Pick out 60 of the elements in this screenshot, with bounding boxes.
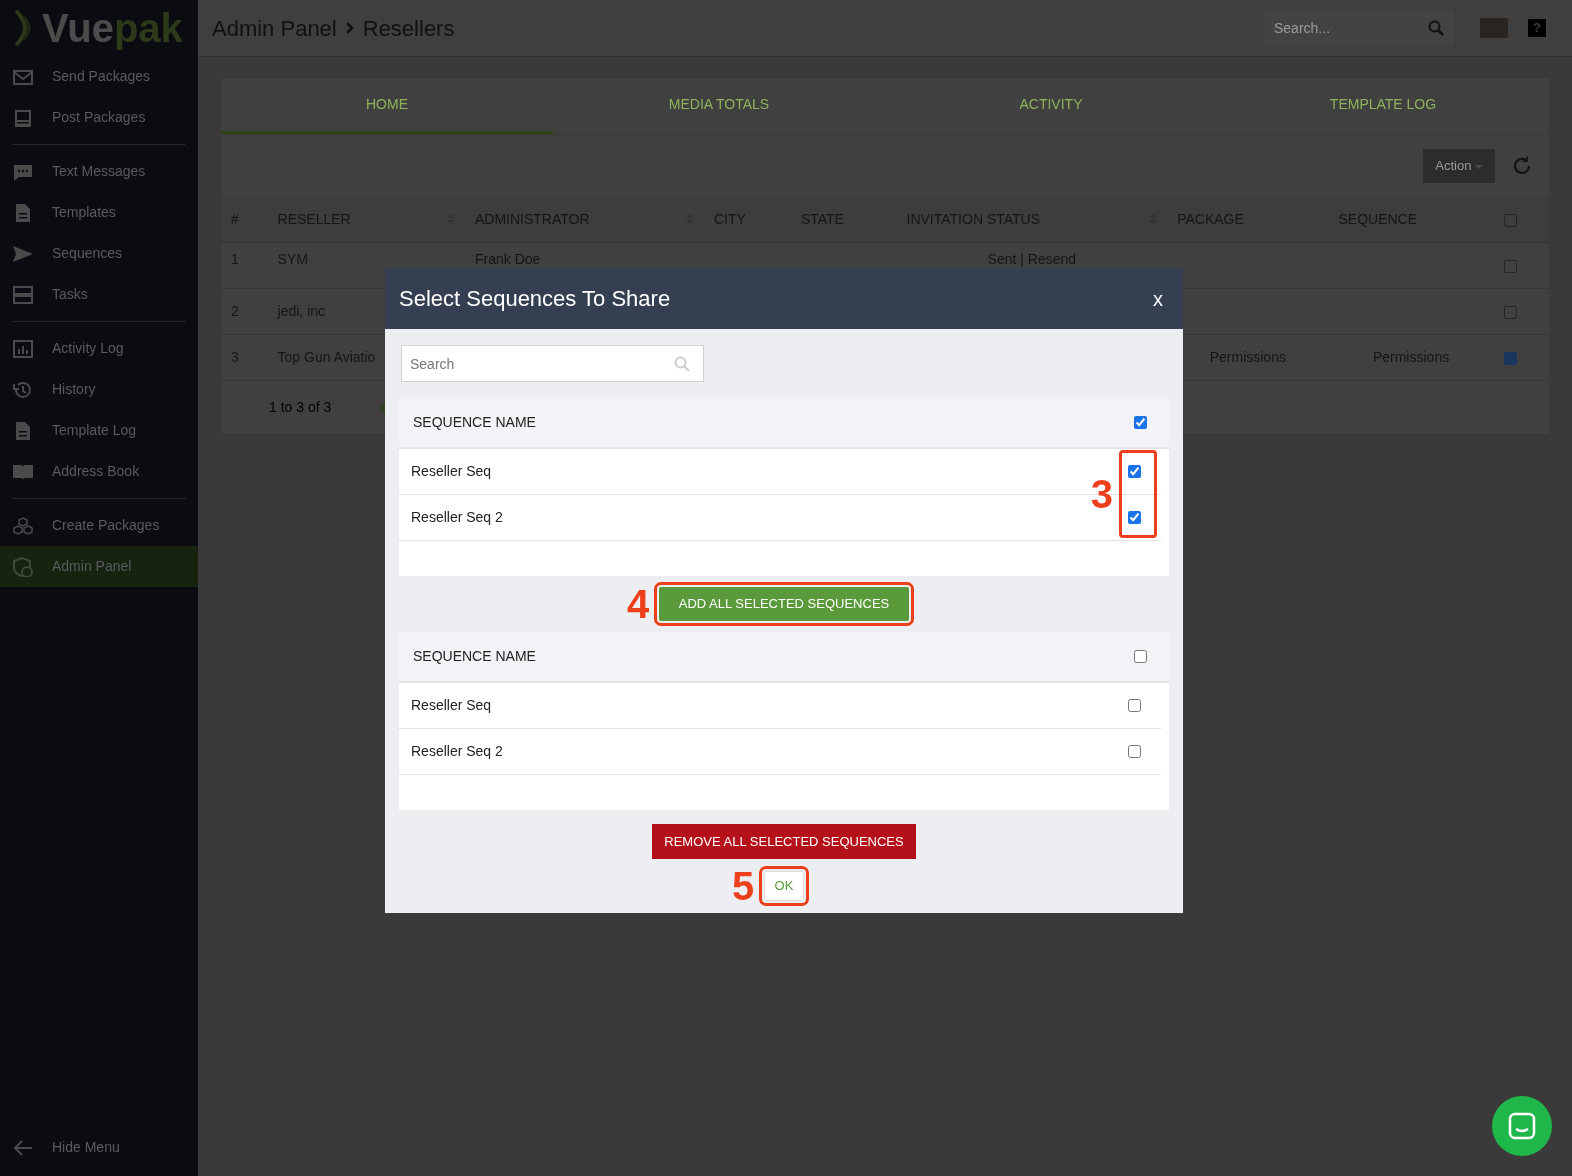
checkbox[interactable] [1128,744,1141,758]
tab[interactable]: TEMPLATE LOG [1217,78,1549,134]
sidebar-item[interactable]: Sequences [0,233,198,274]
remove-selected-button[interactable]: REMOVE ALL SELECTED SEQUENCES [652,823,916,859]
chat-button[interactable] [1492,1096,1552,1156]
sidebar-item[interactable]: History [0,369,198,410]
arrow-left-icon [12,1137,34,1158]
checkbox[interactable] [1128,465,1141,478]
column-header: # [231,211,239,227]
history-icon [12,379,34,400]
sidebar-item[interactable]: Admin Panel [0,546,198,587]
pagination-text: 1 to 3 of 3 [269,398,332,417]
help-button[interactable]: ? [1528,19,1546,37]
checkbox[interactable] [1503,259,1517,273]
chat-icon [1507,1111,1537,1141]
tab[interactable]: ACTIVITY [885,78,1217,134]
tab[interactable]: MEDIA TOTALS [553,78,885,134]
checkbox[interactable] [1128,698,1141,712]
sidebar-item[interactable]: Tasks [0,274,198,315]
sidebar-item[interactable]: Text Messages [0,151,198,192]
modal-title: Select Sequences To Share [399,285,671,313]
sequence-name: Reseller Seq 2 [411,508,503,527]
select-all-checkbox[interactable] [1134,649,1147,663]
boxes-icon [12,515,34,536]
stacked-rows-icon [12,284,34,305]
sidebar-item[interactable]: Template Log [0,410,198,451]
hide-menu-link[interactable]: Hide Menu [0,1127,198,1168]
sequence-name: Reseller Seq [411,695,492,715]
shield-icon [12,556,34,577]
sidebar-item[interactable]: Send Packages [0,56,198,97]
step-number: 4 [627,583,650,624]
sidebar-item[interactable]: Templates [0,192,198,233]
chevron-right-icon [344,21,355,35]
sidebar-item[interactable]: Create Packages [0,505,198,546]
bar-chart-icon [12,338,34,359]
search-icon[interactable] [1428,20,1444,36]
checkbox[interactable] [1503,305,1517,319]
checkbox[interactable] [1503,351,1517,365]
search-field[interactable]: Search [401,345,704,382]
search-icon [674,356,690,372]
refresh-icon[interactable] [1511,155,1533,177]
paper-plane-icon [12,243,34,264]
sequence-name: Reseller Seq 2 [411,741,503,761]
column-header: SEQUENCE NAME [413,646,536,666]
tab[interactable]: HOME [221,78,553,134]
checkbox[interactable] [1128,511,1141,524]
step-number: 5 [732,865,755,906]
step-number: 3 [1090,474,1113,514]
avatar[interactable] [1480,18,1508,38]
sidebar-item[interactable]: Post Packages [0,97,198,138]
sequence-name: Reseller Seq [411,462,492,481]
select-all-checkbox[interactable] [1134,416,1147,429]
sidebar-item[interactable]: Address Book [0,451,198,492]
caret-icon [1475,163,1483,170]
action-dropdown-button[interactable]: Action [1423,149,1495,183]
monitor-icon [12,107,34,128]
close-button[interactable]: x [1147,282,1169,315]
column-header: SEQUENCE NAME [413,413,536,432]
sidebar-item[interactable]: Activity Log [0,328,198,369]
search-field[interactable]: Search... [1264,11,1454,45]
